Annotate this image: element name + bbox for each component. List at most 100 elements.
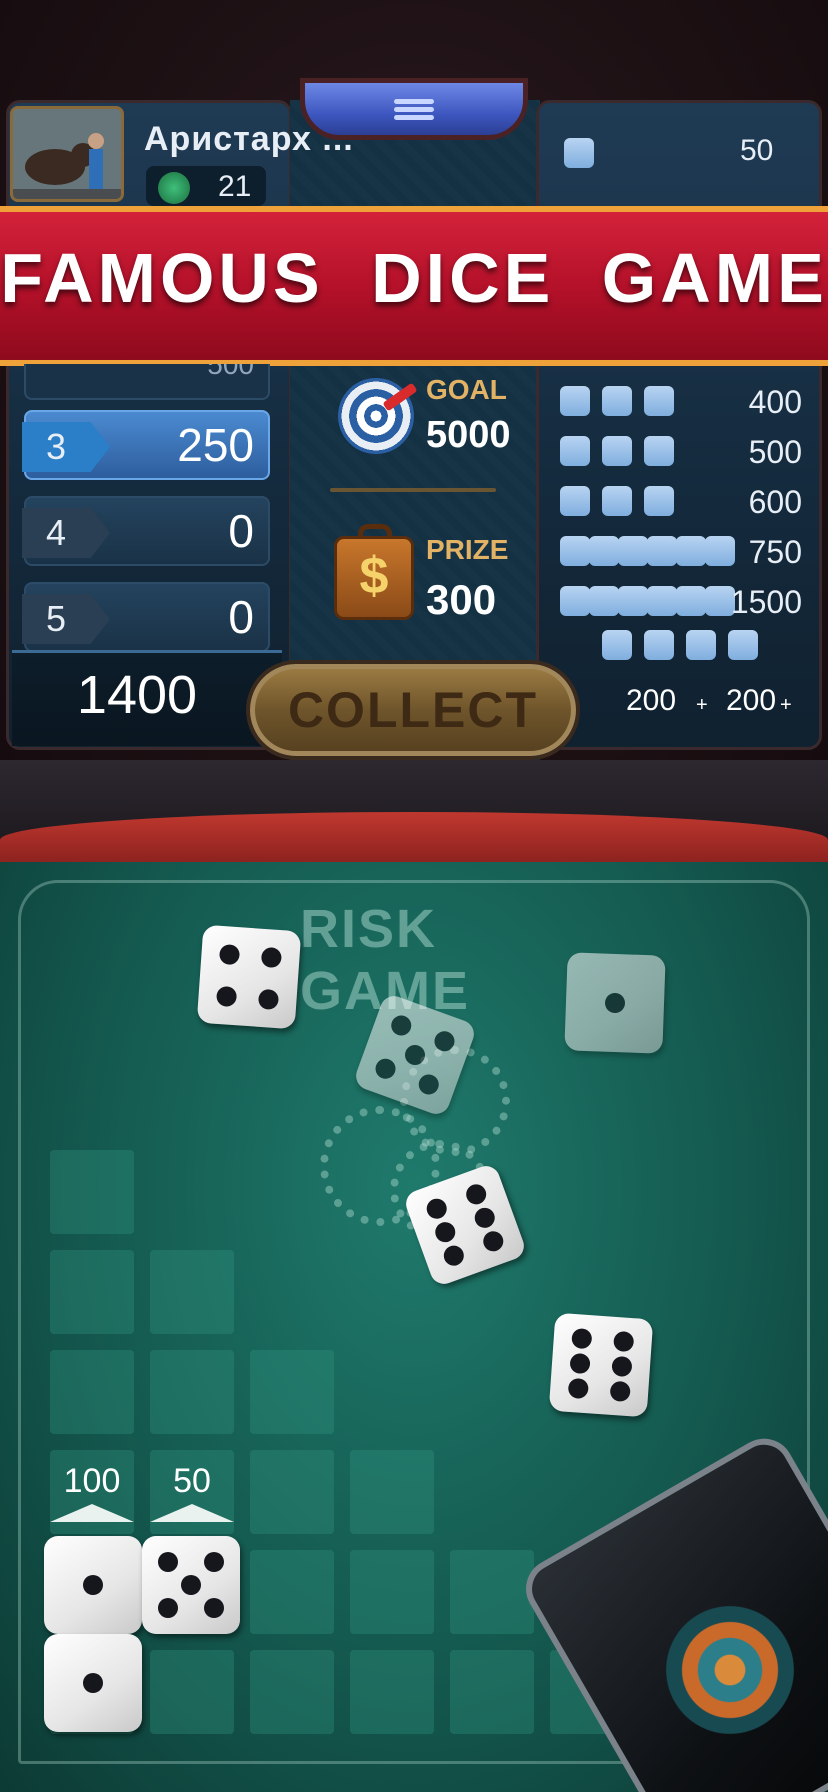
dice-slot[interactable] bbox=[250, 1450, 334, 1534]
pip bbox=[423, 1195, 450, 1222]
player-coins-value: 21 bbox=[218, 170, 252, 203]
pip bbox=[611, 1355, 633, 1378]
total-score: 1400 bbox=[76, 665, 198, 725]
dice-slot[interactable] bbox=[150, 1650, 234, 1734]
dice-slot[interactable] bbox=[350, 1450, 434, 1534]
score-row-value: 0 bbox=[228, 505, 254, 557]
pay-die-icon bbox=[644, 630, 674, 660]
pip bbox=[613, 1330, 635, 1353]
player-avatar[interactable] bbox=[10, 106, 124, 202]
dice-slot[interactable] bbox=[150, 1250, 234, 1334]
dice-slot[interactable] bbox=[450, 1650, 534, 1734]
score-row-value: 0 bbox=[228, 591, 254, 643]
pay-die-icon bbox=[589, 536, 619, 566]
die-one[interactable] bbox=[44, 1634, 142, 1732]
score-row-index: 3 bbox=[22, 422, 110, 472]
pay-value: 50 bbox=[740, 134, 774, 167]
prize-label: PRIZE bbox=[426, 534, 509, 565]
pay-die-icon bbox=[705, 536, 735, 566]
pip bbox=[215, 985, 238, 1008]
dice-slot[interactable] bbox=[250, 1550, 334, 1634]
green-dice-icon bbox=[158, 172, 190, 204]
score-row[interactable]: 5 0 bbox=[22, 582, 270, 652]
pip bbox=[567, 1377, 589, 1400]
pay-die-icon bbox=[560, 486, 590, 516]
dice-slot[interactable] bbox=[50, 1350, 134, 1434]
pip bbox=[402, 1042, 428, 1068]
dice-slot[interactable] bbox=[250, 1350, 334, 1434]
pay-die-icon bbox=[602, 630, 632, 660]
pip bbox=[388, 1012, 415, 1039]
dice-slot[interactable] bbox=[250, 1650, 334, 1734]
pay-die-icon bbox=[676, 586, 706, 616]
dice-slot[interactable] bbox=[50, 1150, 134, 1234]
pay-value: 750 bbox=[748, 534, 802, 570]
pay-die-icon bbox=[647, 586, 677, 616]
plus-icon: + bbox=[780, 694, 792, 716]
dice-slot[interactable] bbox=[350, 1650, 434, 1734]
pay-die-icon bbox=[560, 586, 590, 616]
dice-slot[interactable] bbox=[450, 1550, 534, 1634]
stack-arrow-icon bbox=[50, 1504, 134, 1522]
pay-die-icon bbox=[644, 386, 674, 416]
score-row-partial: 500 bbox=[24, 364, 270, 400]
pay-die-icon bbox=[602, 486, 632, 516]
pay-die-icon bbox=[618, 586, 648, 616]
dice-slot[interactable] bbox=[50, 1250, 134, 1334]
die-four[interactable] bbox=[196, 924, 302, 1030]
die-five[interactable] bbox=[142, 1536, 240, 1634]
collect-button[interactable]: COLLECT bbox=[250, 664, 576, 756]
pip bbox=[83, 1673, 103, 1693]
combo-value-right: 200 bbox=[726, 684, 777, 717]
dice-slot[interactable] bbox=[350, 1550, 434, 1634]
pay-row: 750 bbox=[556, 534, 806, 574]
pip bbox=[260, 946, 283, 969]
pip bbox=[372, 1055, 399, 1082]
pay-die-icon bbox=[602, 386, 632, 416]
pip bbox=[83, 1575, 103, 1595]
score-row[interactable]: 3 250 bbox=[22, 410, 270, 480]
die-one-faded[interactable] bbox=[564, 952, 666, 1054]
stack-score: 100 bbox=[63, 1462, 121, 1500]
prize-value: 300 bbox=[426, 576, 497, 623]
pay-value: 600 bbox=[748, 484, 802, 520]
die-six[interactable] bbox=[548, 1312, 654, 1418]
pay-die-icon bbox=[647, 536, 677, 566]
pip bbox=[415, 1071, 442, 1098]
goal-value: 5000 bbox=[426, 414, 511, 456]
score-row[interactable]: 4 0 bbox=[22, 496, 270, 566]
pip bbox=[431, 1028, 458, 1055]
pay-value: 1500 bbox=[730, 584, 802, 620]
pip bbox=[257, 988, 280, 1011]
pip bbox=[158, 1552, 178, 1572]
pip bbox=[204, 1552, 224, 1572]
goal-label: GOAL bbox=[426, 374, 507, 405]
pay-value: 400 bbox=[748, 384, 802, 420]
pip bbox=[181, 1575, 201, 1595]
score-row-value: 500 bbox=[207, 364, 254, 380]
hamburger-icon bbox=[394, 96, 434, 123]
pip bbox=[471, 1205, 498, 1231]
pip bbox=[440, 1242, 467, 1269]
pay-die-icon bbox=[602, 436, 632, 466]
pay-die-icon bbox=[686, 630, 716, 660]
pip bbox=[204, 1598, 224, 1618]
stack-score: 50 bbox=[173, 1462, 211, 1500]
score-row-index: 4 bbox=[22, 508, 110, 558]
pip bbox=[432, 1219, 459, 1245]
die-one[interactable] bbox=[44, 1536, 142, 1634]
menu-button[interactable] bbox=[300, 78, 528, 140]
pay-row: 500 bbox=[556, 434, 806, 474]
paytable-panel bbox=[536, 100, 822, 750]
pip bbox=[604, 992, 626, 1014]
banner-title: FAMOUS DICE GAME bbox=[0, 239, 828, 317]
pay-row: 400 bbox=[556, 384, 806, 424]
dice-slot[interactable] bbox=[150, 1350, 234, 1434]
pay-die-icon bbox=[564, 138, 594, 168]
pay-value: 500 bbox=[748, 434, 802, 470]
pip bbox=[218, 943, 241, 966]
combo-value-left: 200 bbox=[626, 684, 677, 717]
pip bbox=[480, 1228, 507, 1255]
pay-die-icon bbox=[676, 536, 706, 566]
pip bbox=[609, 1380, 631, 1403]
